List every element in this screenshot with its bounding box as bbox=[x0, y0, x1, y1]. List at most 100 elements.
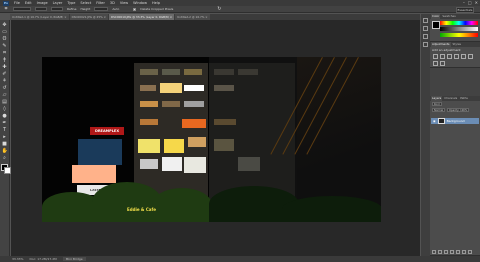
menu-window[interactable]: Window bbox=[133, 1, 147, 5]
zoom-level[interactable]: 33.33% bbox=[12, 257, 23, 261]
eye-icon[interactable]: ◉ bbox=[433, 119, 436, 123]
black-white-icon[interactable] bbox=[440, 61, 445, 66]
tab-layers[interactable]: Layers bbox=[431, 96, 443, 101]
crop-tool-icon[interactable]: ⌗ bbox=[3, 6, 9, 12]
gradient-tool-icon[interactable]: ▤ bbox=[2, 99, 8, 105]
reset-icon[interactable]: ↻ bbox=[217, 6, 221, 12]
pen-tool-icon[interactable]: ✒ bbox=[2, 120, 8, 126]
adjustment-layer-icon[interactable] bbox=[450, 250, 454, 254]
tab-channels[interactable]: Channels bbox=[443, 96, 458, 101]
hand-tool-icon[interactable]: ✋ bbox=[2, 148, 8, 154]
tab-swatches[interactable]: Swatches bbox=[441, 14, 456, 19]
menu-image[interactable]: Image bbox=[37, 1, 48, 5]
properties-panel-icon[interactable] bbox=[423, 26, 428, 31]
doc-info: Doc: 17.2M/17.2M bbox=[29, 257, 57, 261]
building-window bbox=[140, 69, 158, 75]
height-input[interactable] bbox=[51, 7, 63, 11]
eyedropper-tool-icon[interactable]: ǂ bbox=[2, 57, 8, 63]
height-label: Height bbox=[80, 7, 91, 11]
blend-mode-dropdown[interactable]: Normal bbox=[432, 108, 446, 112]
red-neon-sign: DREAMPLEX bbox=[90, 127, 124, 135]
menu-filter[interactable]: Filter bbox=[96, 1, 105, 5]
clone-stamp-tool-icon[interactable]: ⚘ bbox=[2, 78, 8, 84]
layer-kind-dropdown[interactable]: Kind bbox=[432, 102, 442, 106]
lasso-tool-icon[interactable]: ʘ bbox=[2, 36, 8, 42]
delete-cropped-checkbox[interactable] bbox=[133, 7, 137, 11]
menu-edit[interactable]: Edit bbox=[25, 1, 32, 5]
minimize-button[interactable]: – bbox=[463, 0, 465, 5]
color-balance-icon[interactable] bbox=[433, 61, 438, 66]
eraser-tool-icon[interactable]: ▱ bbox=[2, 92, 8, 98]
blue-slider[interactable] bbox=[440, 33, 478, 37]
refine-label: Refine bbox=[67, 7, 77, 11]
building-window-dim bbox=[214, 119, 236, 125]
shape-tool-icon[interactable]: ■ bbox=[2, 141, 8, 147]
quick-select-tool-icon[interactable]: ✎ bbox=[2, 43, 8, 49]
menu-select[interactable]: Select bbox=[80, 1, 91, 5]
building-window bbox=[184, 101, 204, 107]
close-button[interactable]: ✕ bbox=[475, 0, 478, 5]
ratio-dropdown[interactable] bbox=[13, 7, 31, 11]
building-window bbox=[182, 119, 206, 128]
marquee-tool-icon[interactable]: ▭ bbox=[2, 29, 8, 35]
width-input[interactable] bbox=[35, 7, 47, 11]
new-layer-icon[interactable] bbox=[462, 250, 466, 254]
building-window bbox=[140, 119, 158, 125]
move-tool-icon[interactable]: ✥ bbox=[2, 22, 8, 28]
color-panel-tabs: Color Swatches bbox=[430, 14, 480, 19]
hue-icon[interactable] bbox=[468, 54, 473, 59]
type-tool-icon[interactable]: T bbox=[2, 127, 8, 133]
tab-color[interactable]: Color bbox=[431, 14, 441, 19]
curves-icon[interactable] bbox=[447, 54, 452, 59]
menu-layer[interactable]: Layer bbox=[53, 1, 63, 5]
document-image[interactable]: DREAMPLEX LASTFIT Eddie & Cafe bbox=[42, 57, 381, 222]
color-swatches[interactable] bbox=[0, 164, 11, 174]
exposure-icon[interactable] bbox=[454, 54, 459, 59]
panel-foreground-swatch[interactable] bbox=[432, 21, 440, 29]
auto-dropdown[interactable] bbox=[94, 7, 109, 11]
paragraph-panel-icon[interactable] bbox=[423, 42, 428, 47]
dodge-tool-icon[interactable]: ● bbox=[2, 113, 8, 119]
adjustments-panel: Adjustments Styles Add an adjustment bbox=[430, 42, 480, 68]
tab-styles[interactable]: Styles bbox=[452, 42, 462, 47]
fx-icon[interactable] bbox=[438, 250, 442, 254]
zoom-tool-icon[interactable]: ⌕ bbox=[2, 155, 8, 161]
tab-adjustments[interactable]: Adjustments bbox=[431, 42, 451, 47]
opacity-field[interactable]: Opacity: 100% bbox=[447, 108, 470, 112]
trash-icon[interactable] bbox=[468, 250, 472, 254]
toolbox: ✥ ▭ ʘ ✎ ⌗ ǂ ✚ ✐ ⚘ ↺ ▱ ▤ ◊ ● ✒ T ▸ ■ ✋ ⌕ bbox=[0, 20, 11, 256]
workspace-dropdown[interactable]: Essentials bbox=[456, 7, 474, 13]
maximize-button[interactable]: □ bbox=[468, 0, 472, 5]
layer-name: Background bbox=[446, 119, 465, 123]
menu-type[interactable]: Type bbox=[67, 1, 75, 5]
menu-file[interactable]: File bbox=[14, 1, 20, 5]
building-window-dim bbox=[238, 157, 260, 171]
layer-thumbnail bbox=[437, 118, 445, 124]
building-window-dim bbox=[214, 139, 234, 151]
layer-row-background[interactable]: ◉ Background bbox=[431, 118, 479, 124]
brush-tool-icon[interactable]: ✐ bbox=[2, 71, 8, 77]
link-icon[interactable] bbox=[432, 250, 436, 254]
blue-glass-facade bbox=[78, 139, 122, 165]
history-brush-tool-icon[interactable]: ↺ bbox=[2, 85, 8, 91]
history-panel-icon[interactable] bbox=[423, 18, 428, 23]
path-select-tool-icon[interactable]: ▸ bbox=[2, 134, 8, 140]
crop-tool-icon[interactable]: ⌗ bbox=[2, 50, 8, 56]
healing-tool-icon[interactable]: ✚ bbox=[2, 64, 8, 70]
mask-icon[interactable] bbox=[444, 250, 448, 254]
brightness-icon[interactable] bbox=[433, 54, 438, 59]
tab-paths[interactable]: Paths bbox=[459, 96, 469, 101]
group-icon[interactable] bbox=[456, 250, 460, 254]
window-controls: – □ ✕ bbox=[463, 0, 478, 5]
background-color-swatch[interactable] bbox=[3, 167, 11, 174]
levels-icon[interactable] bbox=[440, 54, 445, 59]
vibrance-icon[interactable] bbox=[461, 54, 466, 59]
mini-bridge-tab[interactable]: Mini Bridge bbox=[62, 257, 86, 261]
red-slider[interactable] bbox=[440, 21, 478, 25]
green-slider[interactable] bbox=[440, 27, 478, 31]
menu-3d[interactable]: 3D bbox=[110, 1, 115, 5]
blur-tool-icon[interactable]: ◊ bbox=[2, 106, 8, 112]
menu-view[interactable]: View bbox=[120, 1, 128, 5]
character-panel-icon[interactable] bbox=[423, 34, 428, 39]
menu-help[interactable]: Help bbox=[152, 1, 160, 5]
